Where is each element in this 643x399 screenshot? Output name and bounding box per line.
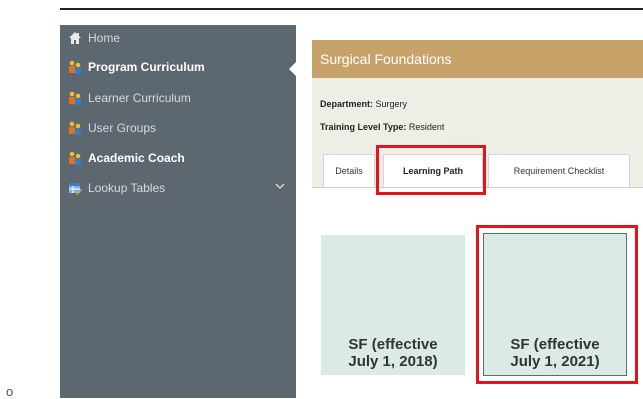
list-bullet: o: [6, 384, 14, 399]
tab-details[interactable]: Details: [323, 154, 375, 187]
learning-path-card-2021[interactable]: SF (effective July 1, 2021): [483, 233, 627, 376]
department-label: Department:: [320, 99, 374, 109]
department-value: Surgery: [375, 99, 408, 109]
card-title-line1: SF (effective: [348, 335, 438, 353]
sidebar-item-label: Academic Coach: [88, 151, 185, 165]
sidebar-item-label: Learner Curriculum: [88, 91, 191, 105]
tab-requirement-checklist[interactable]: Requirement Checklist: [488, 154, 630, 187]
sidebar-item-label: Program Curriculum: [88, 60, 205, 74]
training-level-value: Resident: [408, 122, 445, 132]
sidebar-item-academic-coach[interactable]: Academic Coach: [68, 149, 288, 167]
sidebar-item-label: Home: [88, 31, 121, 45]
people-icon: [68, 151, 82, 165]
table-edit-icon: [68, 181, 82, 195]
people-icon: [68, 121, 82, 135]
sidebar-item-lookup-tables[interactable]: Lookup Tables: [68, 179, 288, 197]
tabs-divider: [312, 187, 643, 188]
training-level-info: Training Level Type: Resident: [320, 122, 444, 132]
page-title: Surgical Foundations: [312, 40, 643, 78]
sidebar-item-label: User Groups: [88, 121, 157, 135]
chevron-down-icon[interactable]: [274, 180, 286, 195]
department-info: Department: Surgery: [320, 99, 407, 109]
home-icon: [68, 31, 82, 45]
sidebar-item-learner-curriculum[interactable]: Learner Curriculum: [68, 89, 288, 107]
card-title-line1: SF (effective: [510, 336, 600, 353]
sidebar-item-home[interactable]: Home: [68, 29, 288, 47]
people-icon: [68, 60, 82, 74]
sidebar-item-label: Lookup Tables: [88, 181, 166, 195]
active-indicator-notch: [289, 62, 296, 76]
sidebar-item-user-groups[interactable]: User Groups: [68, 119, 288, 137]
card-title-line2: July 1, 2018): [348, 352, 438, 370]
curriculum-details-panel: Department: Surgery Training Level Type:…: [312, 78, 643, 188]
sidebar-item-program-curriculum[interactable]: Program Curriculum: [68, 58, 288, 76]
tab-learning-path[interactable]: Learning Path: [383, 154, 483, 187]
clipped-text-strip: [60, 0, 643, 10]
people-icon: [68, 91, 82, 105]
sidebar: Home Program Curriculum Learner Curricul…: [60, 25, 296, 398]
learning-path-card-2018[interactable]: SF (effective July 1, 2018): [321, 235, 465, 375]
card-title-line2: July 1, 2021): [510, 353, 600, 370]
training-level-label: Training Level Type:: [320, 122, 407, 132]
